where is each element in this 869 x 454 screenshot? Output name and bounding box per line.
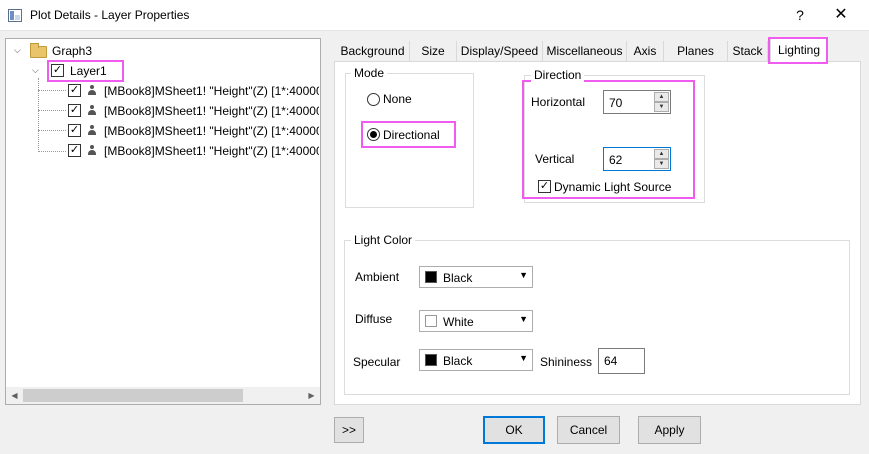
app-icon (8, 9, 22, 22)
diffuse-label: Diffuse (355, 312, 393, 326)
horizontal-spin-buttons[interactable]: ▲ ▼ (654, 92, 669, 112)
plot-data-icon (87, 105, 97, 116)
ambient-swatch (425, 271, 437, 283)
vertical-spin-buttons[interactable]: ▲ ▼ (654, 149, 669, 169)
plot-data-icon (87, 145, 97, 156)
tree-guide (38, 130, 66, 131)
mode-none-label[interactable]: None (383, 92, 412, 106)
tree-item-plot[interactable]: [MBook8]MSheet1! "Height"(Z) [1*:40000 (104, 124, 319, 138)
mode-group-label: Mode (351, 66, 388, 80)
tab-stack[interactable]: Stack (728, 41, 768, 61)
diffuse-color-select[interactable]: White ▼ (419, 310, 533, 332)
scroll-left-icon[interactable]: ◀ (6, 387, 23, 404)
shininess-input[interactable]: 64 (598, 348, 645, 374)
plot-checkbox[interactable]: ✓ (68, 124, 81, 137)
specular-value: Black (443, 354, 473, 368)
tree-item-plot[interactable]: [MBook8]MSheet1! "Height"(Z) [1*:40000 (104, 104, 319, 118)
apply-button[interactable]: Apply (638, 416, 701, 444)
shininess-label: Shininess (540, 355, 593, 369)
dynamic-light-label[interactable]: Dynamic Light Source (554, 180, 671, 194)
plot-checkbox[interactable]: ✓ (68, 84, 81, 97)
plot-data-icon (87, 125, 97, 136)
layer-checkbox[interactable]: ✓ (51, 64, 64, 77)
tree-item-plot[interactable]: [MBook8]MSheet1! "Height"(Z) [1*:40000 (104, 84, 319, 98)
chevron-down-icon[interactable]: ▼ (519, 353, 528, 363)
mode-directional-label[interactable]: Directional (383, 128, 440, 142)
plot-data-icon (87, 85, 97, 96)
chevron-down-icon[interactable]: ▼ (519, 270, 528, 280)
diffuse-value: White (443, 315, 474, 329)
spin-down-icon[interactable]: ▼ (654, 102, 669, 112)
expand-button[interactable]: >> (334, 417, 364, 443)
spin-up-icon[interactable]: ▲ (654, 92, 669, 102)
mode-none-radio[interactable] (367, 93, 380, 106)
vertical-value[interactable]: 62 (609, 153, 622, 167)
tab-display-speed[interactable]: Display/Speed (457, 41, 543, 61)
plot-checkbox[interactable]: ✓ (68, 144, 81, 157)
close-button[interactable]: ✕ (830, 4, 852, 26)
window-title: Plot Details - Layer Properties (30, 8, 190, 22)
plot-checkbox[interactable]: ✓ (68, 104, 81, 117)
specular-color-select[interactable]: Black ▼ (419, 349, 533, 371)
dynamic-light-checkbox[interactable]: ✓ (538, 180, 551, 193)
vertical-spinner[interactable]: 62 ▲ ▼ (603, 147, 671, 171)
ambient-label: Ambient (355, 270, 400, 284)
ambient-color-select[interactable]: Black ▼ (419, 266, 533, 288)
ok-button[interactable]: OK (483, 416, 545, 444)
tab-planes[interactable]: Planes (664, 41, 728, 61)
shininess-value[interactable]: 64 (604, 354, 617, 368)
horizontal-spinner[interactable]: 70 ▲ ▼ (603, 90, 671, 114)
vertical-label: Vertical (535, 152, 575, 166)
tree-item-plot[interactable]: [MBook8]MSheet1! "Height"(Z) [1*:40000 (104, 144, 319, 158)
tab-size[interactable]: Size (410, 41, 457, 61)
tree-item-graph[interactable]: Graph3 (52, 44, 92, 58)
specular-swatch (425, 354, 437, 366)
tree-guide (38, 90, 66, 91)
tab-background[interactable]: Background (336, 41, 410, 61)
diffuse-swatch (425, 315, 437, 327)
spin-up-icon[interactable]: ▲ (654, 149, 669, 159)
tree-horizontal-scrollbar[interactable]: ◀ ▶ (6, 387, 320, 404)
direction-group-label: Direction (531, 68, 585, 82)
folder-icon (30, 43, 47, 58)
collapse-chevron-icon[interactable]: ⌵ (32, 65, 39, 76)
ambient-value: Black (443, 271, 473, 285)
collapse-chevron-icon[interactable]: ⌵ (14, 45, 21, 56)
scroll-right-icon[interactable]: ▶ (303, 387, 320, 404)
tab-axis[interactable]: Axis (627, 41, 664, 61)
title-bar: Plot Details - Layer Properties ? ✕ (0, 0, 869, 31)
tree-item-layer[interactable]: Layer1 (70, 64, 107, 78)
specular-label: Specular (353, 355, 401, 369)
horizontal-label: Horizontal (531, 95, 586, 109)
scroll-thumb[interactable] (23, 389, 243, 402)
horizontal-value[interactable]: 70 (609, 96, 622, 110)
help-button[interactable]: ? (790, 4, 810, 26)
tab-miscellaneous[interactable]: Miscellaneous (543, 41, 627, 61)
lighting-tab-highlight (768, 37, 828, 64)
spin-down-icon[interactable]: ▼ (654, 159, 669, 169)
tree-guide (38, 110, 66, 111)
mode-directional-radio[interactable] (367, 128, 380, 141)
light-color-group-label: Light Color (351, 233, 416, 247)
cancel-button[interactable]: Cancel (557, 416, 620, 444)
tree-guide (38, 151, 66, 152)
chevron-down-icon[interactable]: ▼ (519, 314, 528, 324)
